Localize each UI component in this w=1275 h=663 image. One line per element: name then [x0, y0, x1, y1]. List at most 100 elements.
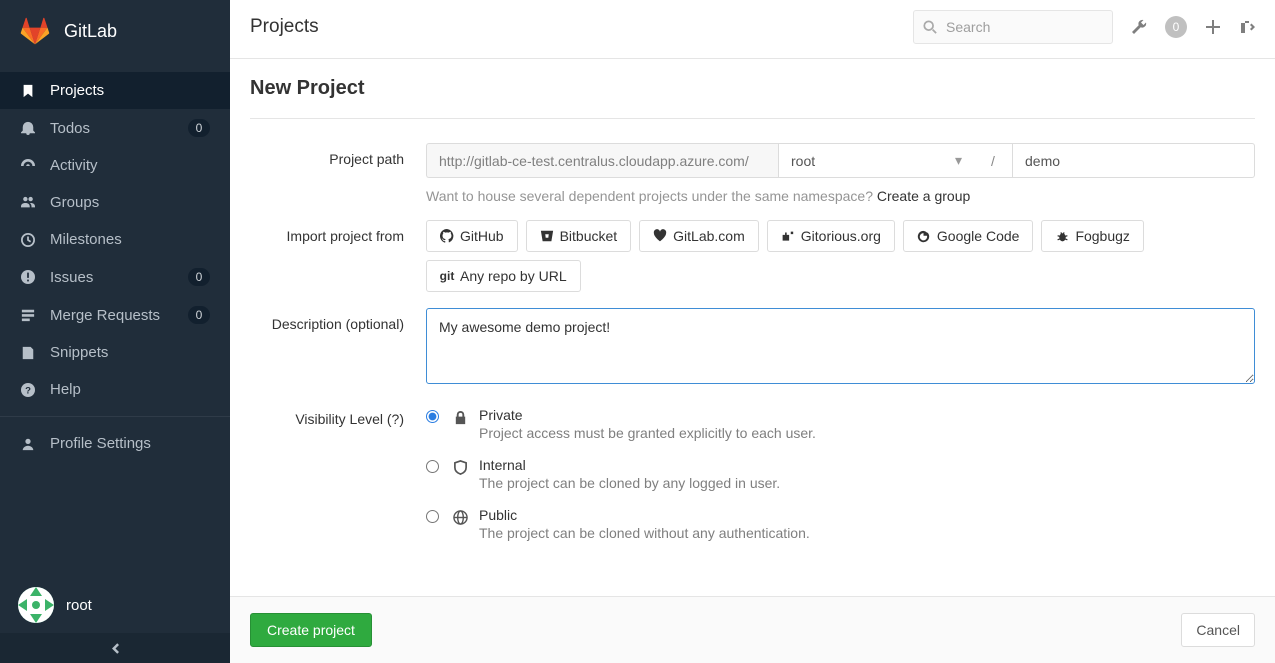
sidebar-item-label: Milestones [50, 231, 210, 248]
sidebar-user[interactable]: root [0, 577, 230, 633]
sidebar-item-milestones[interactable]: Milestones [0, 221, 230, 258]
git-icon: git [440, 269, 454, 283]
sidebar-item-label: Help [50, 381, 210, 398]
import-btn-label: Any repo by URL [460, 268, 567, 284]
main: Projects 0 New Project Project path [230, 0, 1275, 663]
search-wrap [913, 10, 1113, 44]
project-name-input[interactable] [1012, 143, 1255, 178]
import-fogbugz-button[interactable]: Fogbugz [1041, 220, 1143, 252]
path-separator: / [974, 143, 1012, 178]
import-btn-label: Google Code [937, 228, 1020, 244]
import-btn-label: Gitorious.org [801, 228, 881, 244]
create-group-link[interactable]: Create a group [877, 188, 970, 204]
sidebar-item-projects[interactable]: Projects [0, 72, 230, 109]
import-github-button[interactable]: GitHub [426, 220, 518, 252]
visibility-desc: The project can be cloned without any au… [479, 525, 810, 541]
row-import: Import project from GitHub Bitbucket Git… [250, 214, 1255, 302]
topbar-actions: 0 [1131, 16, 1255, 38]
user-icon [20, 436, 36, 452]
sidebar-item-label: Snippets [50, 344, 210, 361]
warning-icon [20, 269, 36, 285]
chevron-down-icon: ▾ [955, 152, 962, 169]
visibility-radio-public[interactable] [426, 510, 439, 523]
admin-wrench-icon[interactable] [1131, 19, 1147, 35]
sidebar-item-merge-requests[interactable]: Merge Requests 0 [0, 296, 230, 334]
create-project-button[interactable]: Create project [250, 613, 372, 647]
row-project-path: Project path root ▾ / [250, 137, 1255, 214]
visibility-radio-internal[interactable] [426, 460, 439, 473]
topbar: Projects 0 [230, 0, 1275, 59]
sidebar-item-groups[interactable]: Groups [0, 184, 230, 221]
merge-icon [20, 307, 36, 323]
import-buttons: GitHub Bitbucket GitLab.com Gitorious.or… [426, 220, 1255, 292]
import-gitorious-button[interactable]: Gitorious.org [767, 220, 895, 252]
cancel-button[interactable]: Cancel [1181, 613, 1255, 647]
content: New Project Project path root ▾ / [230, 59, 1275, 596]
namespace-select[interactable]: root ▾ [778, 143, 974, 178]
import-btn-label: GitLab.com [673, 228, 745, 244]
visibility-option-public[interactable]: Public The project can be cloned without… [426, 503, 1255, 553]
visibility-desc: The project can be cloned by any logged … [479, 475, 780, 491]
import-btn-label: GitHub [460, 228, 504, 244]
gitorious-icon [781, 229, 795, 243]
visibility-desc: Project access must be granted explicitl… [479, 425, 816, 441]
label-visibility: Visibility Level (?) [250, 403, 426, 553]
brand-name: GitLab [64, 21, 117, 42]
sidebar-item-snippets[interactable]: Snippets [0, 334, 230, 371]
sidebar-item-label: Todos [50, 120, 188, 137]
bookmark-icon [20, 83, 36, 99]
logout-icon[interactable] [1239, 19, 1255, 35]
sidebar-item-profile-settings[interactable]: Profile Settings [0, 425, 230, 462]
bitbucket-icon [540, 229, 554, 243]
badge-count: 0 [188, 306, 210, 324]
snippet-icon [20, 345, 36, 361]
globe-icon [451, 508, 469, 526]
row-description: Description (optional) [250, 302, 1255, 397]
import-btn-label: Fogbugz [1075, 228, 1129, 244]
clock-icon [20, 232, 36, 248]
sidebar-item-label: Profile Settings [50, 435, 210, 452]
sidebar-header: GitLab [0, 0, 230, 62]
import-anyrepo-button[interactable]: git Any repo by URL [426, 260, 581, 292]
sidebar-item-issues[interactable]: Issues 0 [0, 258, 230, 296]
project-path-group: root ▾ / [426, 143, 1255, 178]
import-googlecode-button[interactable]: Google Code [903, 220, 1034, 252]
visibility-name: Public [479, 507, 810, 523]
label-description: Description (optional) [250, 308, 426, 387]
todos-badge[interactable]: 0 [1165, 16, 1187, 38]
github-icon [440, 229, 454, 243]
plus-icon[interactable] [1205, 19, 1221, 35]
badge-count: 0 [188, 268, 210, 286]
lock-icon [451, 408, 469, 426]
import-gitlabcom-button[interactable]: GitLab.com [639, 220, 759, 252]
shield-icon [451, 458, 469, 476]
sidebar-item-label: Groups [50, 194, 210, 211]
users-icon [20, 195, 36, 211]
bug-icon [1055, 229, 1069, 243]
sidebar-item-label: Issues [50, 269, 188, 286]
sidebar-item-todos[interactable]: Todos 0 [0, 109, 230, 147]
visibility-name: Internal [479, 457, 780, 473]
sidebar-item-label: Merge Requests [50, 307, 188, 324]
form-footer: Create project Cancel [230, 596, 1275, 663]
sidebar-item-label: Activity [50, 157, 210, 174]
visibility-option-private[interactable]: Private Project access must be granted e… [426, 403, 1255, 453]
new-project-form: Project path root ▾ / [250, 119, 1255, 563]
avatar [18, 587, 54, 623]
gitlab-logo-icon [18, 14, 52, 48]
visibility-radio-private[interactable] [426, 410, 439, 423]
search-input[interactable] [913, 10, 1113, 44]
description-textarea[interactable] [426, 308, 1255, 384]
visibility-option-internal[interactable]: Internal The project can be cloned by an… [426, 453, 1255, 503]
sidebar-collapse-button[interactable] [0, 633, 230, 663]
project-path-base [426, 143, 778, 178]
sidebar-item-activity[interactable]: Activity [0, 147, 230, 184]
visibility-name: Private [479, 407, 816, 423]
row-visibility: Visibility Level (?) Private Project acc… [250, 397, 1255, 563]
sidebar-nav: Projects Todos 0 Activity Groups Milesto… [0, 62, 230, 577]
sidebar-item-help[interactable]: ? Help [0, 371, 230, 408]
help-icon: ? [20, 382, 36, 398]
import-btn-label: Bitbucket [560, 228, 618, 244]
visibility-label-text: Visibility Level (?) [295, 411, 404, 427]
import-bitbucket-button[interactable]: Bitbucket [526, 220, 632, 252]
